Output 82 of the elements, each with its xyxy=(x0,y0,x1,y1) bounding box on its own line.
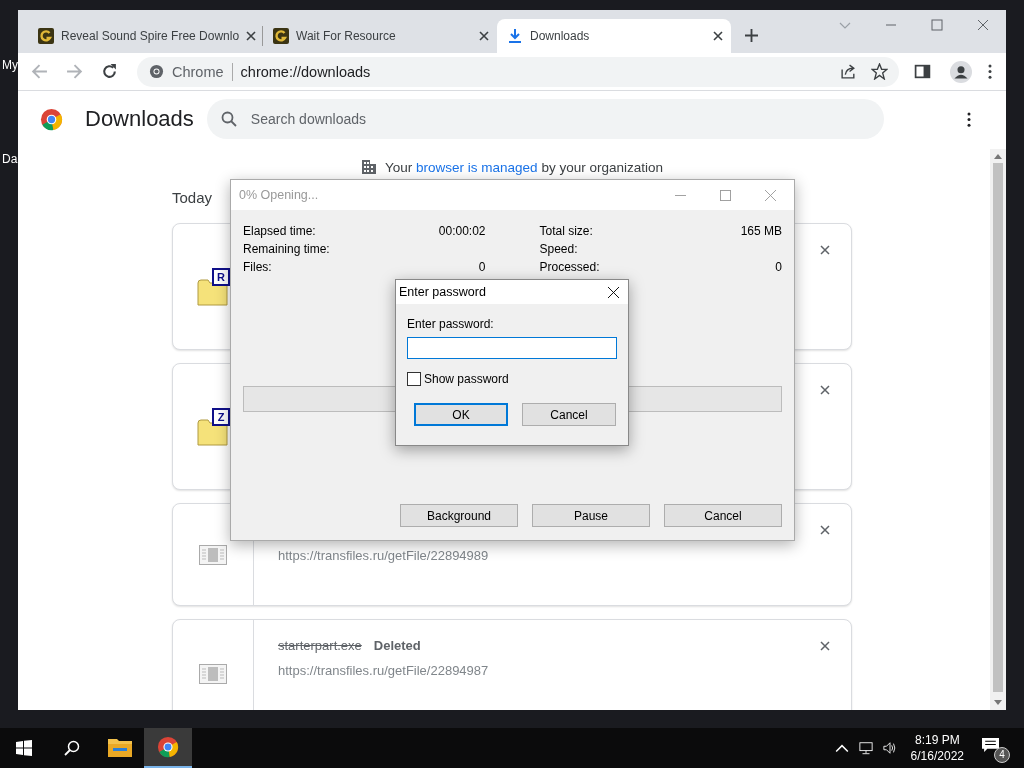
stat-label: Processed: xyxy=(539,260,600,274)
notification-count: 4 xyxy=(994,747,1010,763)
stat-label: Files: xyxy=(243,260,272,274)
dialog-title: Enter password xyxy=(399,285,486,299)
password-field[interactable] xyxy=(407,337,617,359)
date-heading: Today xyxy=(172,189,213,206)
stat-value: 00:00:02 xyxy=(438,224,486,238)
close-icon[interactable] xyxy=(820,525,830,535)
stat-label: Elapsed time: xyxy=(243,224,316,238)
managed-notice: Your browser is managed by your organization xyxy=(385,159,663,175)
volume-icon[interactable] xyxy=(882,741,897,755)
page-title: Downloads xyxy=(85,106,194,132)
desktop-icon-label[interactable]: Da xyxy=(2,152,18,166)
chrome-logo-icon xyxy=(40,107,63,131)
url-text: chrome://downloads xyxy=(240,63,371,80)
scrollbar-thumb[interactable] xyxy=(993,163,1003,692)
close-icon[interactable] xyxy=(608,286,619,298)
checkbox[interactable] xyxy=(407,372,421,386)
field-label: Enter password: xyxy=(407,317,495,331)
file-name[interactable]: starterpart.exe xyxy=(278,638,362,653)
maximize-icon[interactable] xyxy=(720,189,731,201)
close-icon[interactable] xyxy=(246,31,257,41)
folder-icon xyxy=(108,736,132,758)
file-type-badge: Z xyxy=(212,407,230,426)
checkbox-label[interactable]: Show password xyxy=(424,372,509,386)
stat-value: 165 MB xyxy=(740,224,782,238)
download-url[interactable]: https://transfiles.ru/getFile/22894989 xyxy=(278,548,796,563)
maximize-icon[interactable] xyxy=(931,19,943,31)
dialog-title: 0% Opening... xyxy=(239,188,319,202)
search-icon xyxy=(220,111,237,127)
scrollbar[interactable] xyxy=(990,149,1006,710)
letter-logo-icon xyxy=(273,28,289,44)
search-icon[interactable] xyxy=(64,740,80,756)
clock-date[interactable]: 6/16/2022 xyxy=(910,749,964,763)
chrome-logo-icon xyxy=(156,736,180,758)
desktop-icon-label[interactable]: My xyxy=(2,58,18,72)
close-icon[interactable] xyxy=(479,31,489,41)
stat-label: Total size: xyxy=(539,224,593,238)
menu-icon[interactable] xyxy=(988,64,992,79)
scroll-up-icon[interactable] xyxy=(994,153,1002,159)
side-panel-icon[interactable] xyxy=(914,63,931,80)
letter-logo-icon xyxy=(38,28,54,44)
dialog-button[interactable]: Cancel xyxy=(522,403,616,426)
dialog-button[interactable]: OK xyxy=(414,403,508,426)
reload-icon[interactable] xyxy=(101,63,118,80)
dialog-button[interactable]: Pause xyxy=(532,504,650,527)
building-icon xyxy=(361,159,378,175)
browser-tab[interactable]: Reveal Sound Spire Free Downlo xyxy=(28,19,262,53)
download-status: Deleted xyxy=(373,638,421,653)
document-icon xyxy=(199,544,227,565)
download-icon xyxy=(507,28,523,44)
menu-icon[interactable] xyxy=(966,111,971,127)
site-label: Chrome xyxy=(172,63,224,80)
taskbar-app[interactable] xyxy=(144,728,192,768)
search-field[interactable]: Search downloads xyxy=(206,99,884,139)
address-bar[interactable]: Chrome chrome://downloads xyxy=(137,56,899,87)
clock-time[interactable]: 8:19 PM xyxy=(914,733,960,747)
stat-value: 0 xyxy=(775,260,782,274)
download-url[interactable]: https://transfiles.ru/getFile/22894987 xyxy=(278,663,796,678)
close-icon[interactable] xyxy=(820,641,830,651)
dialog-button[interactable]: Background xyxy=(400,504,518,527)
close-icon[interactable] xyxy=(820,245,830,255)
close-icon[interactable] xyxy=(713,31,723,41)
document-icon xyxy=(199,664,227,684)
scroll-down-icon[interactable] xyxy=(994,700,1002,706)
browser-tab[interactable]: Wait For Resource xyxy=(263,19,497,53)
managed-link[interactable]: browser is managed xyxy=(416,159,538,175)
browser-tab[interactable]: Downloads xyxy=(497,19,731,53)
profile-avatar-icon[interactable] xyxy=(950,60,972,83)
file-type-badge: R xyxy=(212,267,230,286)
notification-icon[interactable] xyxy=(982,738,999,753)
dialog-button[interactable]: Cancel xyxy=(664,504,782,527)
windows-logo-icon[interactable] xyxy=(16,740,32,756)
network-icon[interactable] xyxy=(858,741,873,755)
new-tab-icon[interactable] xyxy=(745,29,758,42)
stat-label: Speed: xyxy=(539,242,578,256)
star-icon[interactable] xyxy=(871,63,888,80)
stat-label: Remaining time: xyxy=(243,242,330,256)
share-icon[interactable] xyxy=(840,63,857,80)
chrome-logo-icon xyxy=(149,64,164,79)
close-icon[interactable] xyxy=(820,385,830,395)
stat-value: 0 xyxy=(478,260,486,274)
